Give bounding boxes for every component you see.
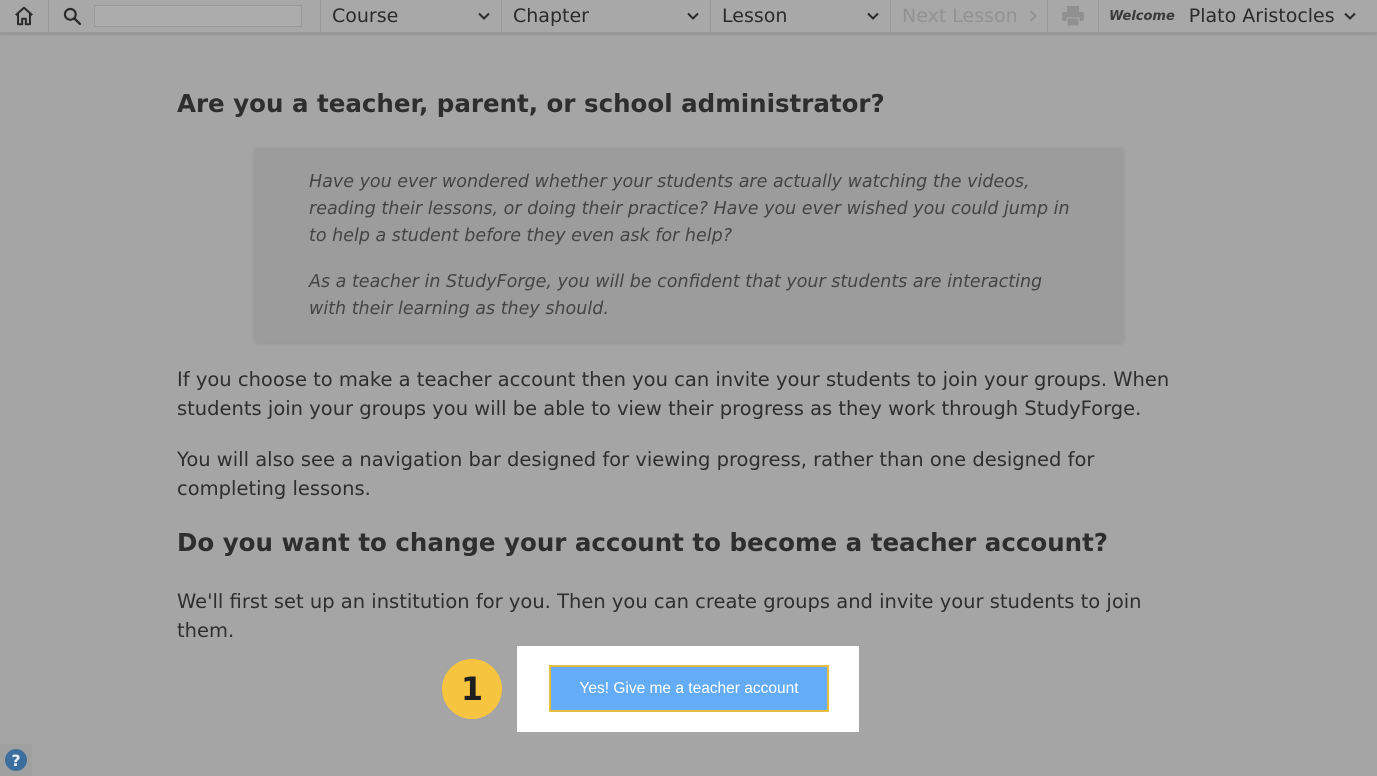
step-number-badge: 1 xyxy=(442,659,502,719)
navigation-bar-paragraph: You will also see a navigation bar desig… xyxy=(177,448,1095,500)
help-icon: ? xyxy=(5,749,27,771)
become-teacher-button[interactable]: Yes! Give me a teacher account xyxy=(549,665,829,712)
print-button[interactable] xyxy=(1048,0,1099,32)
teacher-pitch-quote: Have you ever wondered whether your stud… xyxy=(255,148,1123,342)
quote-paragraph: As a teacher in StudyForge, you will be … xyxy=(309,272,1043,319)
lesson-dropdown-label: Lesson xyxy=(722,5,788,27)
search-area xyxy=(49,0,321,32)
home-icon xyxy=(15,6,33,26)
course-dropdown[interactable]: Course xyxy=(321,0,502,32)
invite-students-paragraph: If you choose to make a teacher account … xyxy=(177,368,1170,420)
course-dropdown-label: Course xyxy=(332,5,399,27)
institution-paragraph: We'll first set up an institution for yo… xyxy=(177,590,1142,642)
lesson-dropdown[interactable]: Lesson xyxy=(711,0,891,32)
next-lesson-label: Next Lesson xyxy=(902,5,1018,27)
chevron-right-icon xyxy=(1029,10,1037,22)
teacher-question-heading: Are you a teacher, parent, or school adm… xyxy=(177,89,885,118)
home-button[interactable] xyxy=(0,0,49,32)
search-icon[interactable] xyxy=(62,6,82,26)
user-menu[interactable]: Welcome Plato Aristocles xyxy=(1099,0,1377,32)
print-icon xyxy=(1062,6,1084,27)
change-account-heading: Do you want to change your account to be… xyxy=(177,528,1108,557)
quote-paragraph: Have you ever wondered whether your stud… xyxy=(309,172,1070,246)
user-name: Plato Aristocles xyxy=(1188,5,1335,27)
search-input[interactable] xyxy=(94,5,302,27)
chevron-down-icon xyxy=(1343,12,1356,20)
chevron-down-icon xyxy=(687,12,699,20)
chevron-down-icon xyxy=(478,12,490,20)
next-lesson-button[interactable]: Next Lesson xyxy=(891,0,1048,32)
chapter-dropdown-label: Chapter xyxy=(513,5,589,27)
help-button[interactable]: ? xyxy=(0,744,32,776)
chapter-dropdown[interactable]: Chapter xyxy=(502,0,711,32)
cta-spotlight: Yes! Give me a teacher account xyxy=(517,646,859,732)
top-navigation-bar: Course Chapter Lesson Next Lesson Welcom… xyxy=(0,0,1377,33)
chevron-down-icon xyxy=(867,12,879,20)
welcome-label: Welcome xyxy=(1109,8,1175,24)
